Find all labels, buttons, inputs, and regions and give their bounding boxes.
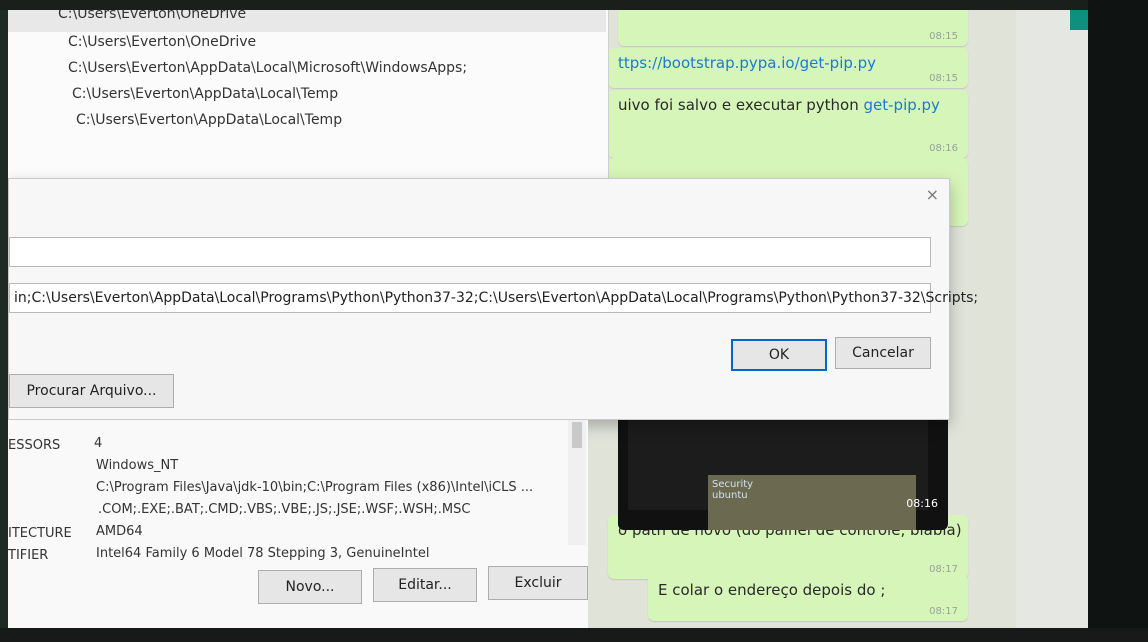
- system-variables-panel: ESSORS 4 Windows_NT C:\Program Files\Jav…: [8, 420, 588, 628]
- message-time: 08:16: [929, 143, 958, 154]
- chat-message: 08:15: [618, 10, 968, 46]
- browse-file-button[interactable]: Procurar Arquivo...: [9, 374, 174, 408]
- edit-variable-dialog: × in;C:\Users\Everton\AppData\Local\Prog…: [8, 178, 978, 420]
- thumbnail-text: ubuntu: [712, 490, 748, 501]
- list-item[interactable]: C:\Users\Everton\OneDrive: [8, 10, 606, 32]
- var-value: Intel64 Family 6 Model 78 Stepping 3, Ge…: [96, 546, 430, 561]
- variable-name-field[interactable]: [9, 237, 931, 267]
- message-link[interactable]: get-pip.py: [864, 96, 940, 114]
- ubuntu-thumbnail: Security ubuntu: [708, 475, 916, 530]
- message-time: 08:15: [929, 31, 958, 42]
- delete-button[interactable]: Excluir: [488, 566, 588, 600]
- message-time: 08:16: [906, 497, 938, 510]
- var-name: ESSORS: [8, 438, 61, 453]
- screen: 08:15 ttps://bootstrap.pypa.io/get-pip.p…: [8, 10, 1088, 628]
- variable-value-field[interactable]: in;C:\Users\Everton\AppData\Local\Progra…: [9, 283, 978, 313]
- var-value: .COM;.EXE;.BAT;.CMD;.VBS;.VBE;.JS;.JSE;.…: [98, 502, 471, 517]
- monitor-bezel-bottom: [0, 628, 1148, 642]
- scrollbar-thumb[interactable]: [572, 422, 582, 448]
- message-text: uivo foi salvo e executar python: [618, 96, 864, 114]
- message-text: E colar o endereço depois do ;: [658, 581, 886, 599]
- variable-value-text: in;C:\Users\Everton\AppData\Local\Progra…: [14, 290, 979, 306]
- message-time: 08:17: [929, 606, 958, 617]
- var-value: C:\Program Files\Java\jdk-10\bin;C:\Prog…: [96, 480, 534, 495]
- new-button[interactable]: Novo...: [258, 570, 362, 604]
- list-item[interactable]: C:\Users\Everton\OneDrive: [68, 34, 256, 50]
- var-value: Windows_NT: [96, 458, 179, 473]
- chat-message: uivo foi salvo e executar python get-pip…: [608, 90, 968, 158]
- message-time: 08:17: [929, 564, 958, 575]
- thumbnail-text: Security: [712, 479, 754, 490]
- edit-button[interactable]: Editar...: [373, 568, 477, 602]
- chat-message: E colar o endereço depois do ; 08:17: [648, 575, 968, 621]
- list-item[interactable]: C:\Users\Everton\AppData\Local\Microsoft…: [68, 60, 467, 76]
- var-value: AMD64: [96, 524, 143, 539]
- message-time: 08:15: [929, 73, 958, 84]
- var-value: 4: [94, 436, 103, 451]
- var-name: ITECTURE: [8, 526, 72, 541]
- cancel-button[interactable]: Cancelar: [835, 337, 931, 369]
- chat-message: ttps://bootstrap.pypa.io/get-pip.py 08:1…: [608, 48, 968, 88]
- var-name: TIFIER: [8, 548, 49, 563]
- monitor-bezel-top: [0, 0, 1148, 10]
- list-item[interactable]: C:\Users\Everton\AppData\Local\Temp: [76, 112, 342, 128]
- monitor-bezel-right: [1088, 0, 1148, 642]
- chat-right-edge: [1016, 10, 1088, 628]
- close-icon[interactable]: ×: [926, 185, 939, 204]
- ok-button[interactable]: OK: [731, 339, 827, 371]
- message-link[interactable]: ttps://bootstrap.pypa.io/get-pip.py: [618, 54, 876, 72]
- list-item[interactable]: C:\Users\Everton\AppData\Local\Temp: [72, 86, 338, 102]
- scrollbar[interactable]: [568, 420, 586, 545]
- whatsapp-accent: [1070, 10, 1088, 30]
